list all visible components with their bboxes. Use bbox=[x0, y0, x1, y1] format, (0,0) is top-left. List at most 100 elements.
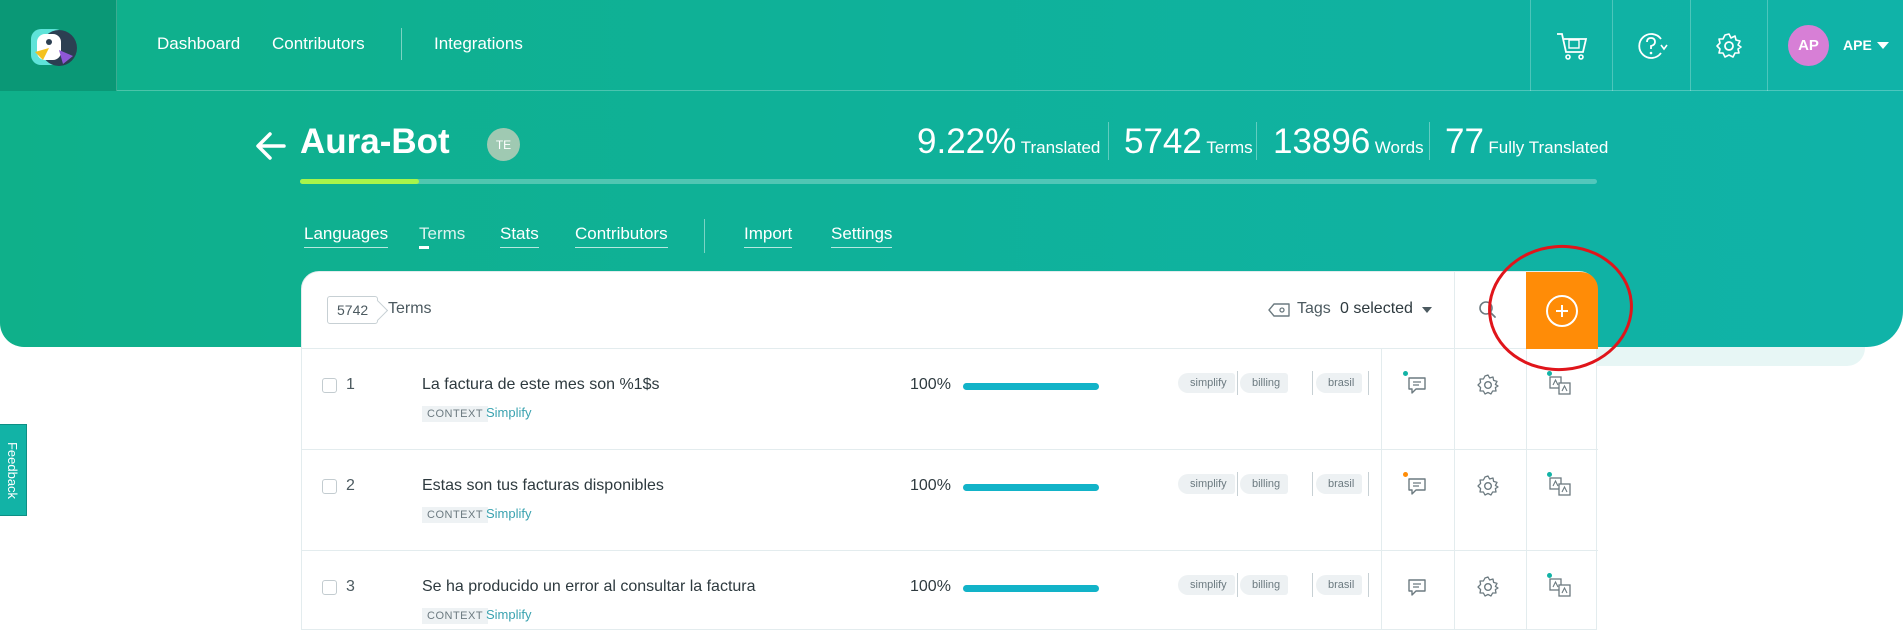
cell-divider bbox=[1381, 349, 1382, 450]
terms-panel: 5742 Terms Tags 0 selected 1 La factura … bbox=[301, 271, 1598, 630]
table-row[interactable]: 2 Estas son tus facturas disponibles CON… bbox=[302, 450, 1598, 551]
app-logo-icon bbox=[31, 29, 77, 66]
stat-translated-value: 9.22% bbox=[917, 122, 1017, 161]
tags-filter-label[interactable]: Tags bbox=[1297, 300, 1331, 318]
stat-terms-label: Terms bbox=[1206, 138, 1253, 157]
translate-icon[interactable] bbox=[1548, 575, 1572, 599]
help-icon bbox=[1637, 32, 1668, 59]
stat-words-value: 13896 bbox=[1273, 122, 1371, 161]
feedback-tab[interactable]: Feedback bbox=[0, 424, 27, 516]
comment-icon[interactable] bbox=[1405, 575, 1429, 599]
tag-divider bbox=[1368, 472, 1369, 496]
logo-cell[interactable] bbox=[0, 0, 117, 91]
chevron-down-icon[interactable] bbox=[1422, 307, 1432, 313]
stat-fully-translated-label: Fully Translated bbox=[1488, 138, 1609, 157]
translate-icon[interactable] bbox=[1548, 474, 1572, 498]
nav-integrations[interactable]: Integrations bbox=[434, 34, 523, 54]
help-button[interactable] bbox=[1612, 0, 1690, 91]
tag-divider bbox=[1312, 371, 1313, 395]
top-navigation: Dashboard Contributors Integrations AP A… bbox=[0, 0, 1903, 91]
translation-percent: 100% bbox=[910, 376, 951, 393]
cell-divider bbox=[1454, 349, 1455, 450]
translation-progress-bar bbox=[963, 484, 1099, 491]
row-checkbox[interactable] bbox=[322, 378, 337, 393]
page: Dashboard Contributors Integrations AP A… bbox=[0, 0, 1903, 630]
cart-icon bbox=[1556, 32, 1587, 60]
stat-words-label: Words bbox=[1374, 138, 1424, 157]
stat-translated: 9.22% Translated bbox=[917, 122, 1100, 162]
tags-filter-dropdown[interactable]: 0 selected bbox=[1340, 300, 1413, 318]
tag-chip[interactable]: brasil bbox=[1316, 575, 1363, 595]
context-value[interactable]: Simplify bbox=[486, 506, 532, 521]
comment-icon[interactable] bbox=[1405, 373, 1429, 397]
tab-stats[interactable]: Stats bbox=[500, 224, 539, 248]
nav-contributors[interactable]: Contributors bbox=[272, 34, 365, 54]
user-name[interactable]: APE bbox=[1843, 37, 1872, 53]
gear-icon bbox=[1716, 32, 1742, 58]
translate-icon[interactable] bbox=[1548, 373, 1572, 397]
project-progress-bar bbox=[300, 179, 1597, 184]
gear-icon[interactable] bbox=[1476, 474, 1500, 498]
tag-chip[interactable]: billing bbox=[1240, 373, 1289, 393]
tag-icon[interactable] bbox=[1268, 303, 1290, 317]
tab-settings[interactable]: Settings bbox=[831, 224, 893, 248]
gear-icon[interactable] bbox=[1476, 575, 1500, 599]
context-label: CONTEXT bbox=[422, 406, 489, 422]
cart-button[interactable] bbox=[1530, 0, 1612, 91]
tag-chip[interactable]: simplify bbox=[1178, 575, 1235, 595]
stat-terms-value: 5742 bbox=[1124, 122, 1202, 161]
tab-import[interactable]: Import bbox=[744, 224, 793, 248]
translation-progress-bar bbox=[963, 383, 1099, 390]
tab-terms[interactable]: Terms bbox=[419, 224, 465, 247]
gear-icon[interactable] bbox=[1476, 373, 1500, 397]
translation-status-dot bbox=[1547, 472, 1552, 477]
user-avatar[interactable]: AP bbox=[1788, 25, 1829, 66]
term-text[interactable]: La factura de este mes son %1$s bbox=[422, 376, 659, 394]
nav-dashboard[interactable]: Dashboard bbox=[157, 34, 240, 54]
row-checkbox[interactable] bbox=[322, 479, 337, 494]
comment-icon[interactable] bbox=[1405, 474, 1429, 498]
tab-languages[interactable]: Languages bbox=[304, 224, 389, 248]
translation-progress-fill bbox=[963, 585, 1099, 592]
tag-chip[interactable]: simplify bbox=[1178, 474, 1235, 494]
translation-progress-bar bbox=[963, 585, 1099, 592]
stat-fully-translated-value: 77 bbox=[1445, 122, 1484, 161]
tag-chip[interactable]: simplify bbox=[1178, 373, 1235, 393]
cell-divider bbox=[1381, 551, 1382, 630]
settings-button[interactable] bbox=[1690, 0, 1767, 91]
user-menu-caret-icon[interactable] bbox=[1877, 42, 1889, 49]
comment-status-dot bbox=[1403, 371, 1408, 376]
context-value[interactable]: Simplify bbox=[486, 607, 532, 622]
cell-divider bbox=[1526, 551, 1527, 630]
row-index: 2 bbox=[346, 477, 355, 494]
tag-chip[interactable]: billing bbox=[1240, 474, 1289, 494]
toolbar-divider bbox=[1454, 272, 1455, 349]
tag-chip[interactable]: billing bbox=[1240, 575, 1289, 595]
tag-chip[interactable]: brasil bbox=[1316, 474, 1363, 494]
tag-divider bbox=[1237, 472, 1238, 496]
table-row[interactable]: 1 La factura de este mes son %1$s CONTEX… bbox=[302, 349, 1598, 450]
translation-status-dot bbox=[1547, 573, 1552, 578]
cell-divider bbox=[1454, 450, 1455, 551]
team-badge[interactable]: TE bbox=[487, 128, 520, 161]
back-arrow-icon[interactable] bbox=[254, 129, 288, 163]
tag-chip[interactable]: brasil bbox=[1316, 373, 1363, 393]
terms-count-badge: 5742 bbox=[327, 296, 379, 324]
table-row[interactable]: 3 Se ha producido un error al consultar … bbox=[302, 551, 1598, 630]
project-title: Aura-Bot bbox=[300, 122, 450, 161]
term-text[interactable]: Se ha producido un error al consultar la… bbox=[422, 578, 756, 596]
tag-divider bbox=[1368, 371, 1369, 395]
context-label: CONTEXT bbox=[422, 507, 489, 523]
stat-divider bbox=[1256, 122, 1257, 160]
stat-translated-label: Translated bbox=[1020, 138, 1101, 157]
tab-contributors[interactable]: Contributors bbox=[575, 224, 668, 248]
nav-divider bbox=[401, 28, 402, 60]
comment-status-dot bbox=[1403, 472, 1408, 477]
cell-divider bbox=[1454, 551, 1455, 630]
term-text[interactable]: Estas son tus facturas disponibles bbox=[422, 477, 664, 495]
context-value[interactable]: Simplify bbox=[486, 405, 532, 420]
cell-divider bbox=[1526, 450, 1527, 551]
row-checkbox[interactable] bbox=[322, 580, 337, 595]
tab-active-indicator bbox=[419, 246, 429, 249]
stat-words: 13896 Words bbox=[1273, 122, 1424, 162]
